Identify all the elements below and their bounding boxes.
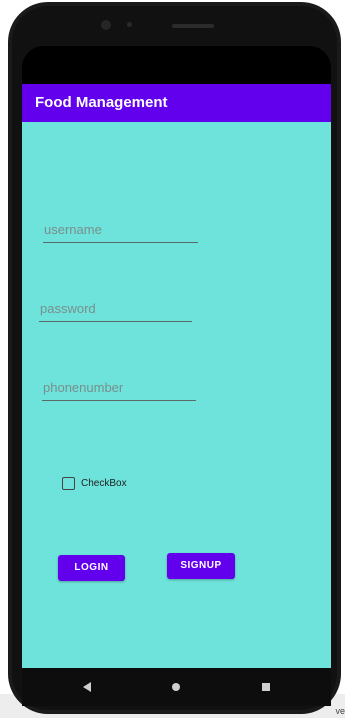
password-field-container [39, 297, 193, 322]
login-button[interactable]: LOGIN [58, 555, 125, 581]
page: ve Food Management CheckBox LOG [0, 0, 345, 718]
checkbox-label[interactable]: CheckBox [81, 478, 127, 489]
checkbox[interactable] [62, 476, 75, 490]
system-nav-bar [22, 668, 331, 706]
back-triangle-icon[interactable] [83, 682, 91, 692]
username-field-container [43, 218, 199, 243]
checkbox-row[interactable]: CheckBox [62, 475, 127, 491]
device-screen: Food Management CheckBox LOGIN SIGNUP [22, 46, 331, 688]
sensor-icon [127, 22, 132, 27]
status-bar [22, 46, 331, 84]
speaker-grille [172, 24, 214, 28]
front-camera-icon [101, 20, 111, 30]
app-bar: Food Management [22, 84, 331, 122]
phone-number-input[interactable] [42, 376, 197, 398]
recents-square-icon[interactable] [262, 683, 270, 691]
app-title: Food Management [35, 94, 168, 111]
home-circle-icon[interactable] [172, 683, 180, 691]
content-area: CheckBox LOGIN SIGNUP [22, 122, 331, 688]
username-input[interactable] [43, 218, 199, 240]
password-input[interactable] [39, 297, 193, 319]
signup-button[interactable]: SIGNUP [167, 553, 235, 579]
phone-field-container [42, 376, 197, 401]
corner-text: ve [335, 706, 345, 716]
